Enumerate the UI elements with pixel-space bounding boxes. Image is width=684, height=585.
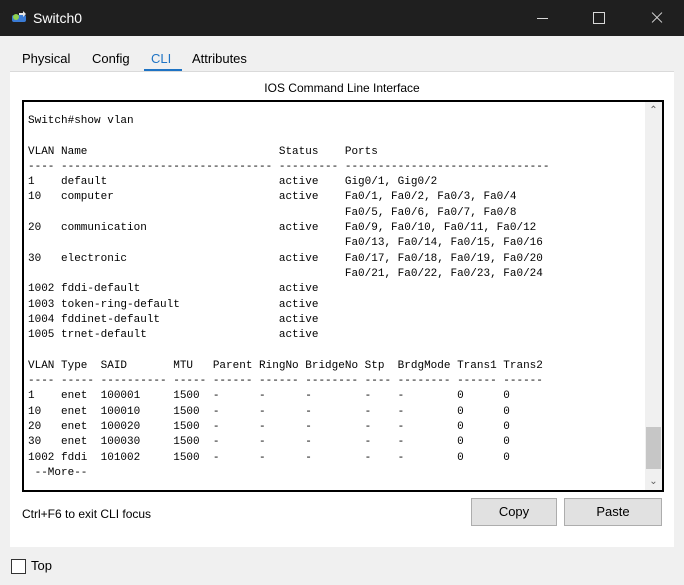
minimize-icon[interactable] (520, 0, 566, 36)
copy-button[interactable]: Copy (471, 498, 557, 526)
top-checkbox[interactable] (11, 559, 26, 574)
switch-window: Switch0 Physical Config CLI Attributes I… (0, 0, 684, 585)
vertical-scrollbar[interactable]: ⌃ ⌄ (645, 102, 662, 490)
scroll-up-arrow-icon[interactable]: ⌃ (645, 102, 662, 119)
close-icon[interactable] (634, 0, 680, 36)
cli-console[interactable]: Switch#show vlan VLAN Name Status Ports … (22, 100, 664, 492)
tab-physical[interactable]: Physical (22, 46, 70, 72)
scroll-down-arrow-icon[interactable]: ⌄ (645, 473, 662, 490)
panel-title: IOS Command Line Interface (264, 81, 420, 95)
scroll-thumb[interactable] (646, 427, 661, 469)
switch-icon (12, 11, 26, 22)
title-bar[interactable]: Switch0 (0, 0, 684, 36)
maximize-icon[interactable] (576, 0, 622, 36)
tab-attributes[interactable]: Attributes (192, 46, 247, 72)
tab-config[interactable]: Config (92, 46, 130, 72)
top-checkbox-label: Top (31, 558, 52, 573)
paste-button[interactable]: Paste (564, 498, 662, 526)
cli-focus-hint: Ctrl+F6 to exit CLI focus (22, 507, 152, 521)
cli-panel: IOS Command Line Interface Switch#show v… (10, 72, 674, 547)
cli-output[interactable]: Switch#show vlan VLAN Name Status Ports … (28, 114, 550, 481)
window-title: Switch0 (33, 10, 83, 26)
